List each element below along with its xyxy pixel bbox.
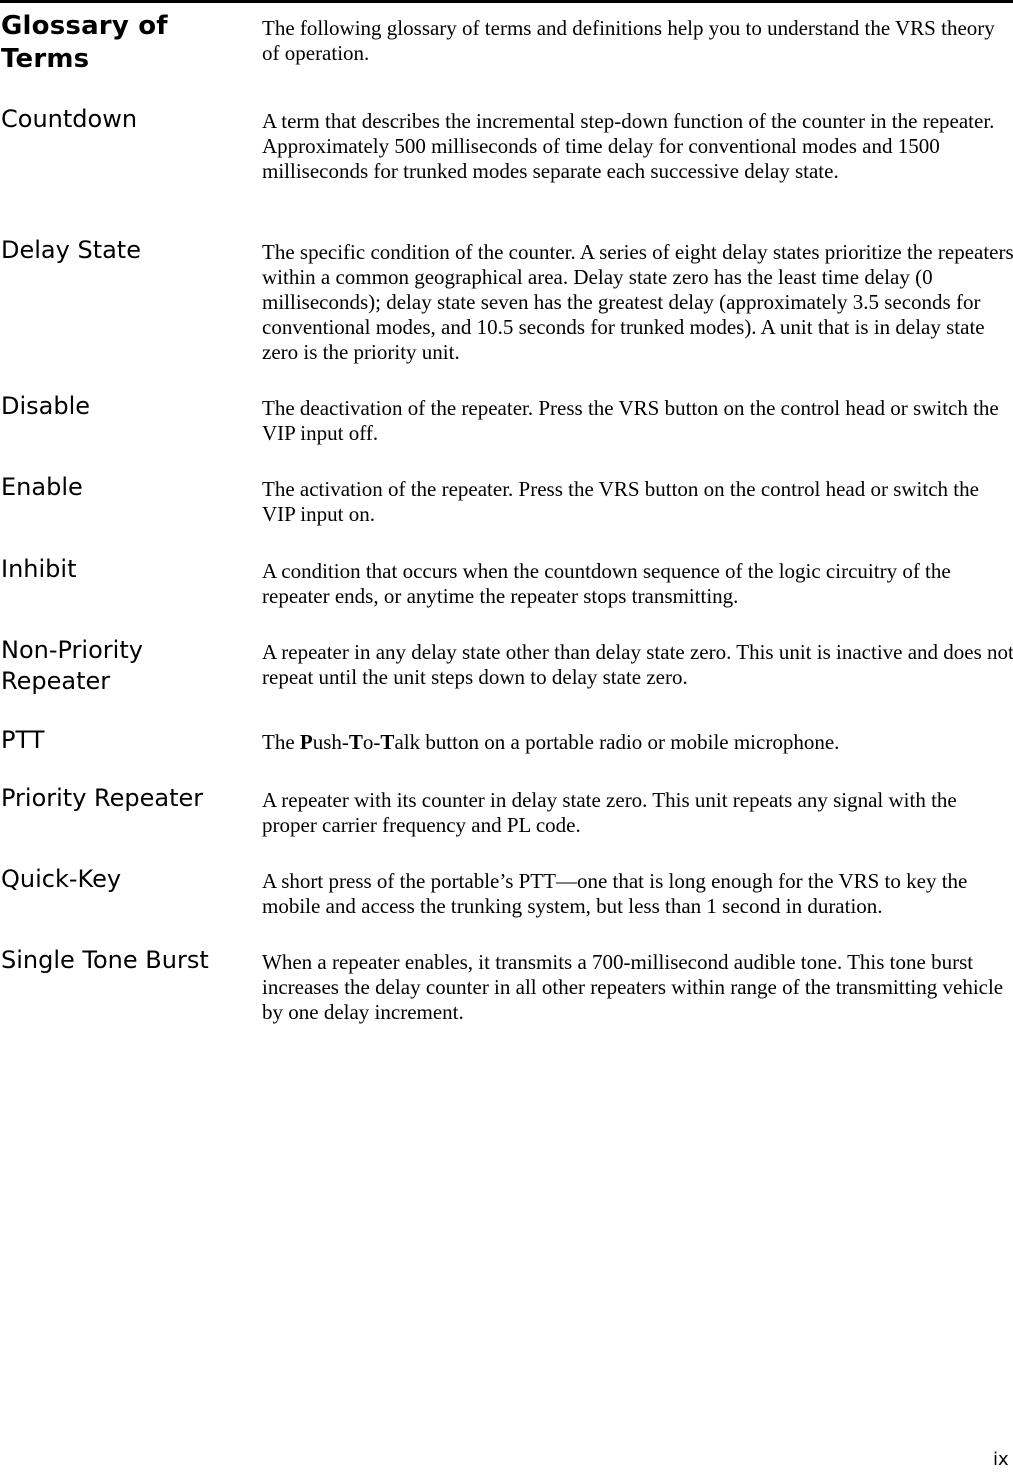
def-text: alk button on a portable radio or mobile… (394, 730, 840, 754)
top-rule (0, 0, 1013, 3)
page-title: Glossary of Terms (1, 11, 168, 74)
def-emphasis: T (380, 730, 395, 754)
glossary-term: Enable (1, 473, 83, 501)
def-emphasis: T (348, 730, 363, 754)
glossary-definition: A repeater with its counter in delay sta… (262, 788, 957, 837)
glossary-term: Inhibit (1, 555, 77, 583)
page-number: ix (993, 1449, 1009, 1470)
glossary-definition: A short press of the portable’s PTT—one … (262, 869, 968, 918)
def-emphasis: P (299, 730, 313, 754)
intro-text: The following glossary of terms and defi… (262, 16, 995, 65)
glossary-term: Non-Priority Repeater (1, 636, 143, 695)
glossary-definition: When a repeater enables, it transmits a … (262, 950, 1004, 1024)
glossary-definition: The specific condition of the counter. A… (262, 240, 1013, 364)
glossary-term: Single Tone Burst (1, 946, 209, 974)
glossary-definition: A condition that occurs when the countdo… (262, 559, 951, 608)
def-text: The (262, 730, 300, 754)
glossary-term: Disable (1, 392, 91, 420)
glossary-term: Countdown (1, 105, 138, 133)
glossary-definition: The Push-To-Talk button on a portable ra… (262, 730, 1013, 755)
glossary-definition: The deactivation of the repeater. Press … (262, 396, 999, 445)
def-text: o- (362, 730, 381, 754)
def-text: ush- (312, 730, 349, 754)
glossary-term: Quick-Key (1, 865, 122, 893)
glossary-term: Delay State (1, 236, 141, 264)
glossary-definition: The activation of the repeater. Press th… (262, 477, 979, 526)
glossary-definition: A term that describes the incremental st… (262, 109, 995, 183)
glossary-term: PTT (1, 726, 45, 754)
glossary-term: Priority Repeater (1, 784, 204, 812)
glossary-definition: A repeater in any delay state other than… (262, 640, 1013, 689)
